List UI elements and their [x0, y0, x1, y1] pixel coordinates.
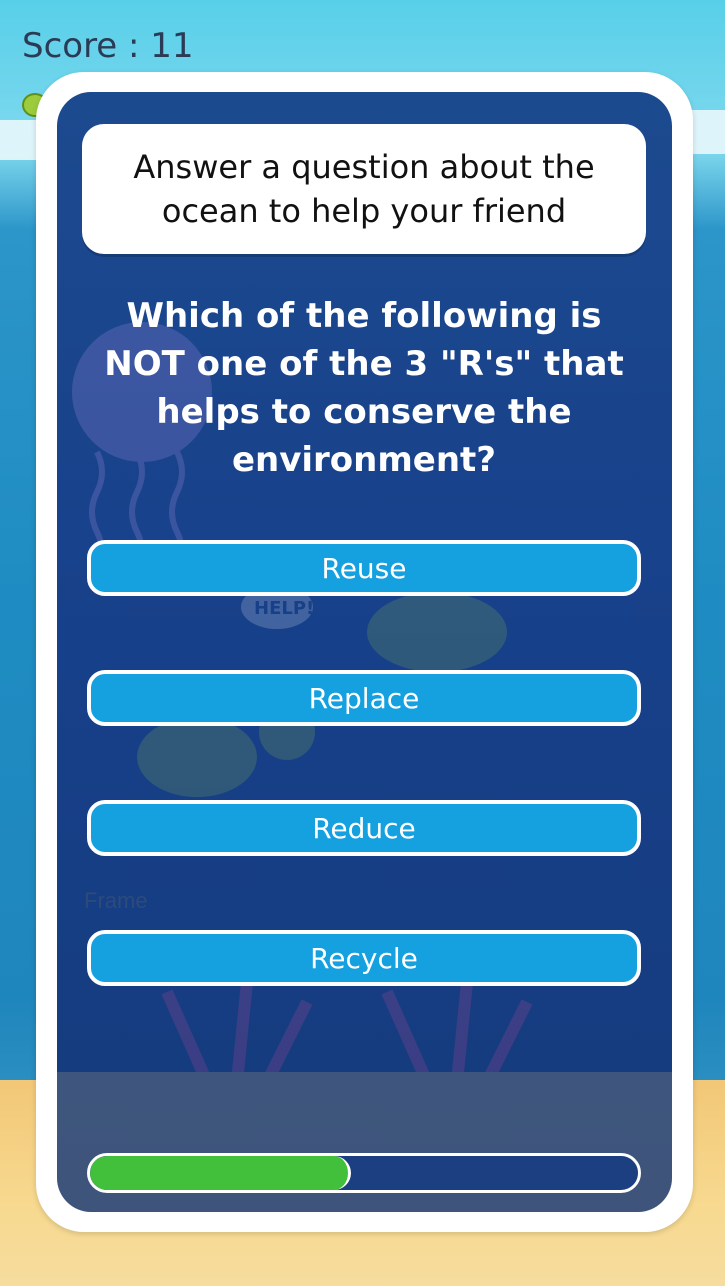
quiz-panel: HELP! [57, 92, 672, 1212]
question-text: Which of the following is NOT one of the… [104, 296, 624, 480]
timer-progress-bar [87, 1153, 641, 1193]
answer-button-replace[interactable]: Replace [87, 670, 641, 726]
prompt-text: Answer a question about the ocean to hel… [133, 148, 595, 230]
help-bubble-text: HELP! [254, 598, 314, 619]
answer-button-reuse[interactable]: Reuse [87, 540, 641, 596]
background-scene-art: HELP! [57, 322, 672, 1212]
timer-progress-fill [90, 1156, 351, 1190]
answer-button-reduce[interactable]: Reduce [87, 800, 641, 856]
frame-label: Frame [84, 888, 148, 913]
prompt-box: Answer a question about the ocean to hel… [82, 124, 646, 254]
answer-button-recycle[interactable]: Recycle [87, 930, 641, 986]
coral-art [161, 981, 533, 1085]
score-label: Score : 11 [22, 26, 194, 66]
